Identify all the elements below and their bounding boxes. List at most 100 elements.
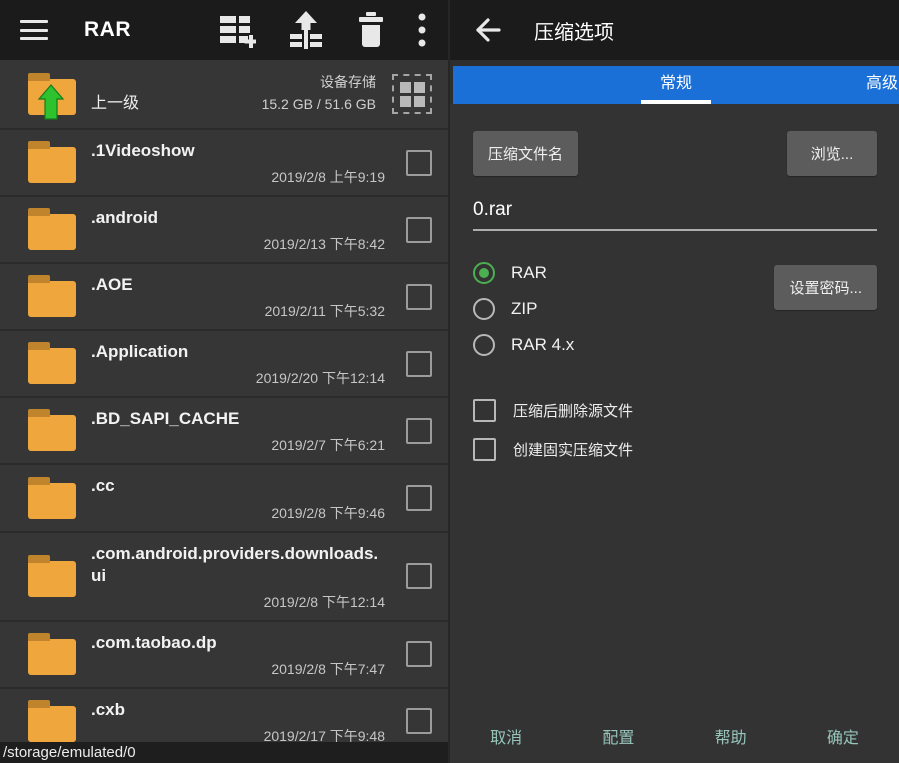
file-meta: .com.android.providers.downloads.ui 2019… xyxy=(91,541,391,612)
file-name: .AOE xyxy=(91,274,391,296)
dialog-footer: 取消 配置 帮助 确定 xyxy=(450,713,899,763)
radio-row-rar4[interactable]: RAR 4.x xyxy=(473,327,877,363)
file-meta: .BD_SAPI_CACHE 2019/2/7 下午6:21 xyxy=(91,406,391,455)
set-password-button[interactable]: 设置密码... xyxy=(774,265,877,310)
radio-rar4[interactable] xyxy=(473,334,495,356)
file-name: .android xyxy=(91,207,391,229)
file-meta: .cc 2019/2/8 下午9:46 xyxy=(91,473,391,522)
overflow-menu-button[interactable] xyxy=(418,13,426,47)
file-row[interactable]: .1Videoshow 2019/2/8 上午9:19 xyxy=(0,130,448,197)
radio-zip-label: ZIP xyxy=(511,299,537,319)
file-row[interactable]: .Application 2019/2/20 下午12:14 xyxy=(0,331,448,398)
extract-button[interactable] xyxy=(288,11,324,49)
file-checkbox[interactable] xyxy=(406,284,432,310)
file-date: 2019/2/17 下午9:48 xyxy=(264,726,391,742)
ok-button[interactable]: 确定 xyxy=(787,724,899,748)
file-meta: .cxb 2019/2/17 下午9:48 xyxy=(91,697,391,742)
file-name: .cxb xyxy=(91,699,391,721)
current-path-bar: /storage/emulated/0 xyxy=(0,742,448,763)
dialog-appbar: 压缩选项 xyxy=(450,0,899,60)
file-date: 2019/2/8 下午12:14 xyxy=(264,592,391,612)
browse-button[interactable]: 浏览... xyxy=(787,131,877,176)
file-date: 2019/2/8 下午7:47 xyxy=(271,659,391,679)
extract-icon xyxy=(288,11,324,49)
folder-rows: .1Videoshow 2019/2/8 上午9:19 .android 201… xyxy=(0,130,448,742)
radio-zip[interactable] xyxy=(473,298,495,320)
parent-directory-row[interactable]: 上一级 设备存储 15.2 GB / 51.6 GB xyxy=(0,60,448,130)
profiles-button[interactable]: 配置 xyxy=(562,724,674,748)
delete-source-checkbox[interactable] xyxy=(473,399,496,422)
file-name: .1Videoshow xyxy=(91,140,391,162)
file-date: 2019/2/13 下午8:42 xyxy=(264,234,391,254)
folder-icon xyxy=(28,483,76,519)
file-checkbox[interactable] xyxy=(406,641,432,667)
folder-icon xyxy=(28,639,76,675)
file-date: 2019/2/8 上午9:19 xyxy=(271,167,391,187)
trash-icon xyxy=(356,12,386,49)
menu-button[interactable] xyxy=(20,20,48,40)
file-row[interactable]: .cxb 2019/2/17 下午9:48 xyxy=(0,689,448,742)
file-date: 2019/2/11 下午5:32 xyxy=(265,301,391,321)
file-name: .cc xyxy=(91,475,391,497)
file-name: .com.android.providers.downloads.ui xyxy=(91,543,391,587)
delete-source-label: 压缩后删除源文件 xyxy=(513,400,633,421)
hamburger-icon xyxy=(20,20,48,40)
rar-app-window: RAR xyxy=(0,0,899,763)
compression-options-pane: 压缩选项 常规 高级 压缩文件名 浏览... 0.rar RAR xyxy=(450,0,899,763)
file-checkbox[interactable] xyxy=(406,708,432,734)
storage-info: 设备存储 15.2 GB / 51.6 GB xyxy=(262,72,432,115)
file-checkbox[interactable] xyxy=(406,485,432,511)
archive-name-input[interactable]: 0.rar xyxy=(473,199,877,231)
radio-rar[interactable] xyxy=(473,262,495,284)
app-title: RAR xyxy=(84,18,131,42)
options-section: 压缩后删除源文件 创建固实压缩文件 xyxy=(473,391,877,469)
archive-name-button[interactable]: 压缩文件名 xyxy=(473,131,578,176)
file-meta: .1Videoshow 2019/2/8 上午9:19 xyxy=(91,138,391,187)
format-section: RAR ZIP RAR 4.x 设置密码... xyxy=(473,255,877,363)
delete-source-option[interactable]: 压缩后删除源文件 xyxy=(473,391,877,430)
toolbar-actions xyxy=(219,11,426,49)
tab-area: 常规 高级 xyxy=(450,60,899,104)
create-archive-button[interactable] xyxy=(219,12,256,48)
tab-advanced[interactable]: 高级 xyxy=(866,66,898,104)
storage-value: 15.2 GB / 51.6 GB xyxy=(262,94,376,116)
storage-label: 设备存储 xyxy=(262,72,376,94)
file-row[interactable]: .cc 2019/2/8 下午9:46 xyxy=(0,465,448,532)
file-meta: .AOE 2019/2/11 下午5:32 xyxy=(91,272,391,321)
folder-icon xyxy=(28,348,76,384)
more-vert-icon xyxy=(418,13,426,47)
file-browser-pane: RAR xyxy=(0,0,450,763)
solid-archive-checkbox[interactable] xyxy=(473,438,496,461)
dialog-title: 压缩选项 xyxy=(534,16,614,45)
solid-archive-option[interactable]: 创建固实压缩文件 xyxy=(473,430,877,469)
file-row[interactable]: .com.android.providers.downloads.ui 2019… xyxy=(0,533,448,622)
file-row[interactable]: .BD_SAPI_CACHE 2019/2/7 下午6:21 xyxy=(0,398,448,465)
file-checkbox[interactable] xyxy=(406,150,432,176)
folder-icon xyxy=(28,214,76,250)
file-checkbox[interactable] xyxy=(406,418,432,444)
tab-general[interactable]: 常规 xyxy=(660,66,692,104)
file-row[interactable]: .android 2019/2/13 下午8:42 xyxy=(0,197,448,264)
file-row[interactable]: .com.taobao.dp 2019/2/8 下午7:47 xyxy=(0,622,448,689)
file-meta: .android 2019/2/13 下午8:42 xyxy=(91,205,391,254)
delete-button[interactable] xyxy=(356,12,386,49)
file-list: 上一级 设备存储 15.2 GB / 51.6 GB .1Videosho xyxy=(0,60,448,742)
folder-icon xyxy=(28,415,76,451)
file-row[interactable]: .AOE 2019/2/11 下午5:32 xyxy=(0,264,448,331)
file-date: 2019/2/8 下午9:46 xyxy=(271,503,391,523)
green-up-arrow-icon xyxy=(37,84,65,120)
back-arrow-icon xyxy=(470,14,502,46)
select-all-icon[interactable] xyxy=(392,74,432,114)
file-checkbox[interactable] xyxy=(406,351,432,377)
cancel-button[interactable]: 取消 xyxy=(450,724,562,748)
help-button[interactable]: 帮助 xyxy=(675,724,787,748)
folder-icon xyxy=(28,281,76,317)
file-meta: .com.taobao.dp 2019/2/8 下午7:47 xyxy=(91,630,391,679)
parent-directory-label: 上一级 xyxy=(91,89,139,113)
solid-archive-label: 创建固实压缩文件 xyxy=(513,439,633,460)
file-name: .BD_SAPI_CACHE xyxy=(91,408,391,430)
file-checkbox[interactable] xyxy=(406,563,432,589)
file-meta: .Application 2019/2/20 下午12:14 xyxy=(91,339,391,388)
file-checkbox[interactable] xyxy=(406,217,432,243)
back-button[interactable] xyxy=(470,14,502,46)
